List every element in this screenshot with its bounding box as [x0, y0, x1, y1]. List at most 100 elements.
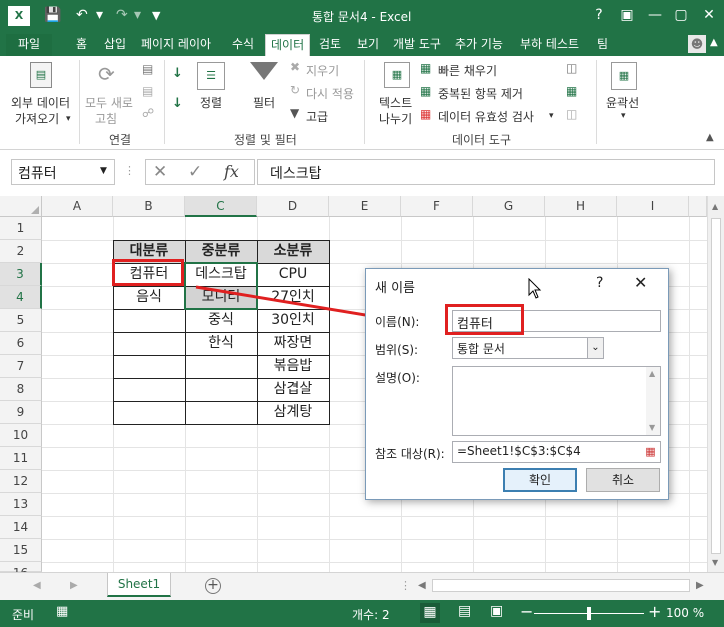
- row-header[interactable]: 8: [0, 378, 42, 401]
- external-data-dropdown-icon[interactable]: ▾: [66, 114, 71, 124]
- remove-duplicates-icon[interactable]: ▦: [420, 84, 431, 98]
- advanced-filter-icon[interactable]: ▼: [290, 106, 299, 120]
- undo-icon[interactable]: ↶: [76, 7, 88, 23]
- reapply-label[interactable]: 다시 적용: [306, 85, 354, 102]
- close-icon[interactable]: ✕: [696, 4, 722, 26]
- row-header[interactable]: 16: [0, 562, 42, 580]
- table-cell[interactable]: 삼계탕: [257, 401, 329, 424]
- column-header-a[interactable]: A: [42, 196, 113, 217]
- row-header[interactable]: 14: [0, 516, 42, 539]
- column-header-g[interactable]: G: [473, 196, 545, 217]
- row-header[interactable]: 15: [0, 539, 42, 562]
- hscroll-right-icon[interactable]: ▶: [696, 580, 704, 591]
- cancel-button[interactable]: 취소: [586, 468, 660, 492]
- filter-icon[interactable]: [250, 62, 278, 80]
- column-header-e[interactable]: E: [329, 196, 401, 217]
- text-to-columns-label-2[interactable]: 나누기: [379, 110, 412, 127]
- tab-addins[interactable]: 추가 기능: [450, 34, 508, 56]
- table-cell[interactable]: 음식: [113, 286, 185, 309]
- save-icon[interactable]: 💾: [44, 7, 61, 23]
- redo-icon[interactable]: ↷: [116, 7, 128, 23]
- collapse-ribbon-icon[interactable]: ▲: [706, 132, 714, 143]
- cancel-entry-icon[interactable]: ✕: [153, 162, 167, 182]
- filter-label[interactable]: 필터: [253, 94, 275, 111]
- tab-file[interactable]: 파일: [6, 34, 52, 56]
- normal-view-icon[interactable]: ▦: [420, 603, 440, 623]
- column-header-c[interactable]: C: [185, 196, 257, 217]
- sheet-scroll-left-icon[interactable]: ◀: [33, 580, 41, 591]
- row-header[interactable]: 10: [0, 424, 42, 447]
- properties-icon[interactable]: ▤: [142, 84, 153, 98]
- external-data-icon[interactable]: ▤: [30, 62, 52, 88]
- data-validation-label[interactable]: 데이터 유효성 검사: [438, 108, 534, 125]
- row-header[interactable]: 9: [0, 401, 42, 424]
- sort-label[interactable]: 정렬: [200, 94, 222, 111]
- ok-button[interactable]: 확인: [503, 468, 577, 492]
- outline-label[interactable]: 윤곽선: [606, 94, 639, 111]
- user-icon[interactable]: ☻: [688, 35, 706, 53]
- comment-scroll-down-icon[interactable]: ▼: [649, 423, 655, 432]
- refers-to-input[interactable]: =Sheet1!$C$3:$C$4: [452, 441, 661, 463]
- page-layout-view-icon[interactable]: ▤: [458, 603, 471, 619]
- tab-formulas[interactable]: 수식: [227, 34, 259, 56]
- redo-dropdown-icon[interactable]: ▾: [134, 7, 141, 23]
- horizontal-scrollbar-thumb[interactable]: [432, 579, 690, 592]
- column-header-f[interactable]: F: [401, 196, 473, 217]
- row-header[interactable]: 7: [0, 355, 42, 378]
- help-button[interactable]: ?: [586, 4, 612, 26]
- data-validation-icon[interactable]: ▦: [420, 107, 431, 121]
- reapply-icon[interactable]: ↻: [290, 83, 300, 97]
- tab-data[interactable]: 데이터: [265, 34, 311, 56]
- connections-icon[interactable]: ▤: [142, 62, 153, 76]
- tab-developer[interactable]: 개발 도구: [388, 34, 446, 56]
- undo-dropdown-icon[interactable]: ▾: [96, 7, 103, 23]
- insert-function-icon[interactable]: fx: [224, 162, 239, 181]
- refresh-all-label-2[interactable]: 고침: [95, 110, 117, 127]
- zoom-out-icon[interactable]: −: [520, 602, 533, 621]
- outline-dropdown-icon[interactable]: ▾: [621, 111, 626, 121]
- table-cell[interactable]: 짜장면: [257, 332, 329, 355]
- tab-home[interactable]: 홈: [71, 34, 92, 56]
- comment-scroll-up-icon[interactable]: ▲: [649, 369, 655, 378]
- row-header[interactable]: 4: [0, 286, 42, 309]
- tab-view[interactable]: 보기: [352, 34, 384, 56]
- outline-icon[interactable]: ▦: [611, 62, 637, 90]
- sort-descending-icon[interactable]: ↓: [172, 96, 183, 111]
- expand-ribbon-icon[interactable]: ▲: [710, 37, 718, 48]
- zoom-in-icon[interactable]: +: [648, 602, 661, 621]
- zoom-slider-thumb[interactable]: [587, 607, 591, 620]
- collapse-dialog-icon[interactable]: ▦: [642, 443, 659, 461]
- column-header-h[interactable]: H: [545, 196, 617, 217]
- comment-textarea[interactable]: [452, 366, 661, 436]
- minimize-icon[interactable]: —: [642, 4, 668, 26]
- data-validation-dropdown-icon[interactable]: ▾: [549, 111, 554, 121]
- add-sheet-icon[interactable]: +: [205, 578, 221, 594]
- table-cell[interactable]: 데스크탑: [185, 263, 257, 286]
- table-header-cell[interactable]: 소분류: [257, 240, 329, 263]
- sheet-tab-sheet1[interactable]: Sheet1: [107, 573, 171, 597]
- scroll-up-icon[interactable]: ▲: [712, 202, 718, 211]
- row-header[interactable]: 11: [0, 447, 42, 470]
- table-cell[interactable]: 볶음밥: [257, 355, 329, 378]
- what-if-icon[interactable]: ▦: [566, 84, 577, 98]
- row-header[interactable]: 12: [0, 470, 42, 493]
- scope-dropdown-icon[interactable]: ⌄: [587, 338, 603, 358]
- table-cell[interactable]: 27인치: [257, 286, 329, 309]
- ribbon-display-icon[interactable]: ▣: [614, 4, 640, 26]
- page-break-view-icon[interactable]: ▣: [490, 603, 503, 619]
- zoom-level[interactable]: 100 %: [666, 606, 704, 620]
- refresh-all-icon[interactable]: ⟳: [98, 62, 122, 88]
- row-header[interactable]: 3: [0, 263, 42, 286]
- table-cell[interactable]: 삼겹살: [257, 378, 329, 401]
- scroll-down-icon[interactable]: ▼: [712, 558, 718, 567]
- table-cell[interactable]: 중식: [185, 309, 257, 332]
- external-data-label-2[interactable]: 가져오기: [15, 110, 59, 127]
- flash-fill-label[interactable]: 빠른 채우기: [438, 62, 497, 79]
- tab-insert[interactable]: 삽입: [99, 34, 131, 56]
- flash-fill-icon[interactable]: ▦: [420, 61, 431, 75]
- column-header-b[interactable]: B: [113, 196, 185, 217]
- macro-record-icon[interactable]: ▦: [56, 604, 68, 619]
- row-header[interactable]: 5: [0, 309, 42, 332]
- column-header-d[interactable]: D: [257, 196, 329, 217]
- sort-icon[interactable]: ☰: [197, 62, 225, 90]
